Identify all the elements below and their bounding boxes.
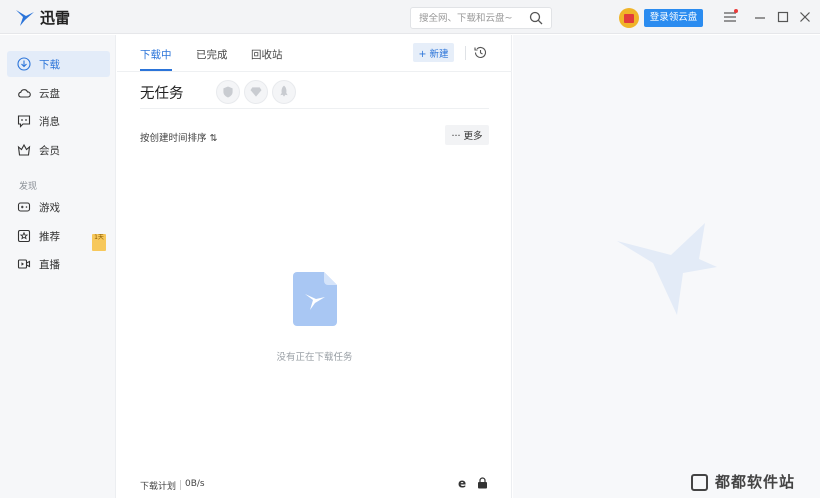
tab-completed[interactable]: 已完成: [196, 47, 228, 62]
notification-dot: [734, 9, 738, 13]
watermark-logo-icon: [691, 474, 708, 491]
title-bar: 迅雷 登录领云盘: [0, 0, 820, 34]
browser-e-icon[interactable]: e: [457, 477, 469, 489]
footer-divider: [180, 480, 181, 490]
download-tabs: 下载中 已完成 回收站 + 新建: [117, 35, 512, 72]
svg-text:e: e: [458, 477, 466, 489]
rocket-icon[interactable]: [272, 80, 296, 104]
lock-icon[interactable]: [477, 477, 488, 489]
more-button[interactable]: ··· 更多: [445, 125, 489, 145]
sidebar-item-label: 云盘: [39, 88, 60, 100]
sidebar-item-download[interactable]: 下载: [7, 51, 110, 77]
detail-panel: 都都软件站: [513, 35, 820, 498]
discover-section-label: 发现: [19, 182, 38, 192]
maximize-icon[interactable]: [775, 9, 791, 25]
tab-recycle-bin[interactable]: 回收站: [251, 47, 283, 62]
sidebar-item-label: 消息: [39, 116, 60, 128]
xunlei-bird-watermark-icon: [617, 223, 717, 315]
sidebar: 下载 云盘 消息 会员 发现 游戏 1天 推荐 直播: [0, 35, 116, 498]
search-box[interactable]: [410, 7, 552, 29]
download-speed: 0B/s: [185, 479, 205, 489]
gamepad-icon: [17, 202, 31, 212]
sidebar-item-label: 下载: [39, 59, 60, 71]
empty-document-icon: [293, 272, 337, 326]
active-tab-indicator: [140, 69, 172, 71]
close-icon[interactable]: [797, 9, 813, 25]
diamond-icon[interactable]: [244, 80, 268, 104]
sidebar-item-label: 游戏: [39, 202, 60, 214]
login-button[interactable]: 登录领云盘: [644, 9, 703, 27]
tab-downloading[interactable]: 下载中: [140, 47, 172, 62]
status-title: 无任务: [140, 86, 184, 102]
sidebar-item-live[interactable]: 直播: [7, 251, 110, 277]
empty-state-text: 没有正在下载任务: [276, 352, 353, 363]
star-icon: [17, 229, 31, 243]
minimize-icon[interactable]: [752, 9, 768, 25]
download-plan-link[interactable]: 下载计划: [140, 479, 176, 492]
new-task-button[interactable]: + 新建: [413, 43, 454, 62]
red-packet-gift-icon[interactable]: [619, 8, 639, 28]
sort-by-created-time[interactable]: 按创建时间排序 ⇅: [140, 130, 217, 144]
watermark-text: 都都软件站: [715, 473, 796, 491]
vip-crown-icon: [17, 143, 31, 156]
section-divider: [140, 108, 489, 109]
shield-icon[interactable]: [216, 80, 240, 104]
sidebar-item-messages[interactable]: 消息: [7, 108, 110, 134]
app-name: 迅雷: [40, 9, 71, 27]
history-icon[interactable]: [473, 45, 488, 60]
sidebar-item-vip[interactable]: 会员: [7, 137, 110, 163]
search-icon[interactable]: [529, 11, 543, 25]
sidebar-item-recommend[interactable]: 推荐: [7, 223, 110, 249]
cloud-icon: [18, 89, 31, 98]
download-list-panel: 下载中 已完成 回收站 + 新建 无任务 按创建时间排序 ⇅ ··· 更多 没有…: [117, 35, 512, 498]
xunlei-bird-logo-icon: [16, 9, 34, 26]
sidebar-item-label: 直播: [39, 259, 60, 271]
sidebar-item-cloud[interactable]: 云盘: [7, 80, 110, 106]
app-logo: 迅雷: [14, 7, 70, 28]
download-icon: [17, 57, 31, 71]
toolbar-divider: [465, 46, 466, 60]
sidebar-item-label: 会员: [39, 145, 60, 157]
sidebar-item-games[interactable]: 游戏: [7, 194, 110, 220]
live-video-icon: [17, 259, 31, 269]
message-icon: [17, 115, 31, 128]
sidebar-item-label: 推荐: [39, 231, 60, 243]
search-input[interactable]: [419, 12, 531, 24]
